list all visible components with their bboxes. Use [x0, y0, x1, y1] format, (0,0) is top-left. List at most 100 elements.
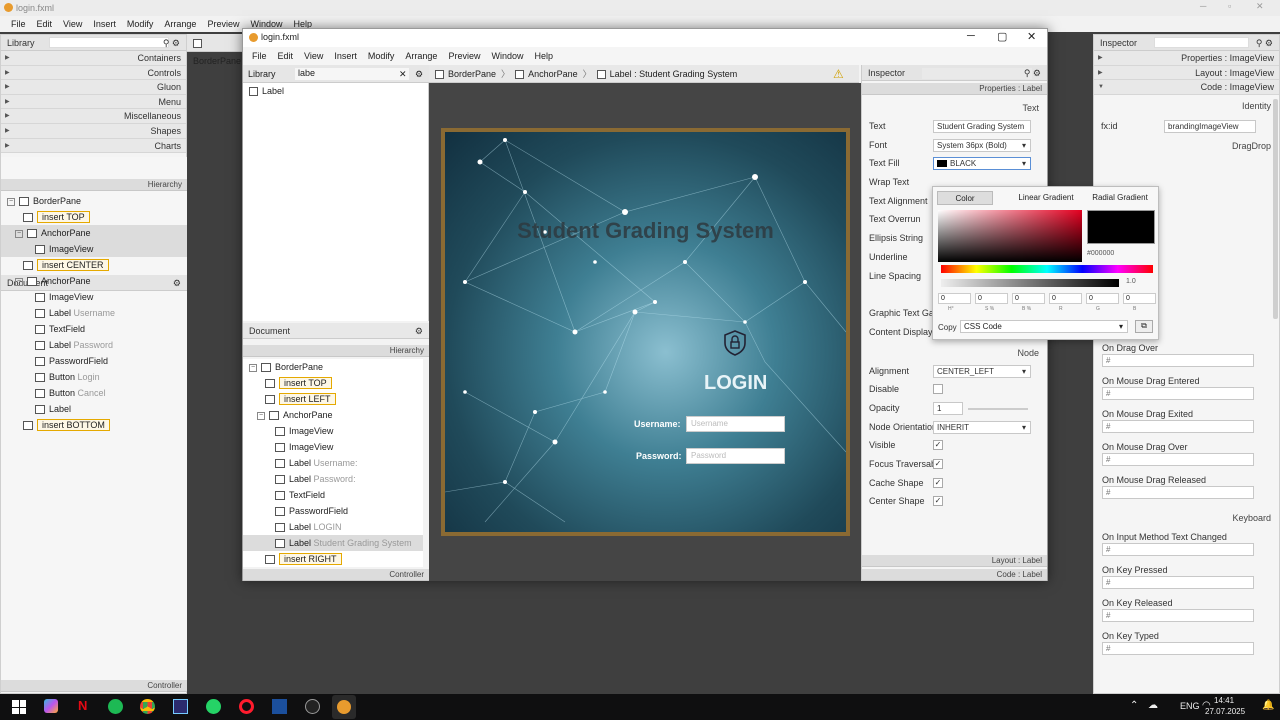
warning-icon[interactable]: ⚠	[833, 67, 844, 81]
picker-tab-radial-gradient[interactable]: Radial Gradient	[1087, 191, 1153, 205]
tree-item[interactable]: insert RIGHT	[243, 551, 423, 567]
tree-item[interactable]: − AnchorPane	[243, 407, 423, 423]
tree-item[interactable]: Label Password:	[243, 471, 423, 487]
library-section-charts[interactable]: ▶ Charts	[1, 138, 186, 154]
whatsapp-icon[interactable]	[206, 699, 221, 714]
fxid-input[interactable]: brandingImageView	[1164, 119, 1256, 133]
bg-menu-edit[interactable]: Edit	[37, 16, 53, 32]
checkbox[interactable]: ✓	[933, 477, 943, 488]
prop-value[interactable]: INHERIT	[933, 420, 1031, 434]
picker-tab-linear-gradient[interactable]: Linear Gradient	[1007, 191, 1085, 205]
bg-menu-view[interactable]: View	[63, 16, 82, 32]
settings-icon[interactable]: ⚙	[415, 65, 423, 83]
checkbox[interactable]	[933, 384, 943, 395]
tree-item[interactable]: − AnchorPane	[1, 273, 187, 289]
clear-search-icon[interactable]: ✕	[399, 65, 407, 83]
color-component-field[interactable]: 0	[1123, 293, 1156, 304]
win-properties-section[interactable]: Properties : Label	[862, 83, 1047, 95]
windows-start-icon[interactable]	[12, 700, 26, 714]
inspector-scrollbar[interactable]	[1273, 99, 1278, 319]
editor-icon[interactable]	[272, 699, 287, 714]
notification-icon[interactable]: 🔔	[1262, 700, 1274, 711]
preview-username-label[interactable]: Username:	[634, 419, 681, 429]
netflix-icon[interactable]: N	[78, 698, 87, 713]
settings-icon[interactable]: ⚙	[415, 323, 423, 339]
event-handler-input[interactable]: #	[1102, 420, 1254, 434]
prop-value[interactable]: BLACK	[933, 157, 1031, 171]
library-search-input[interactable]	[49, 37, 169, 48]
event-handler-input[interactable]: #	[1102, 354, 1254, 368]
language-indicator[interactable]: ENG	[1180, 701, 1200, 711]
tree-item[interactable]: ImageView	[1, 289, 187, 305]
maximize-icon[interactable]: ▢	[997, 30, 1007, 43]
tree-item[interactable]: Label LOGIN	[243, 519, 423, 535]
close-icon[interactable]: ✕	[1027, 30, 1036, 43]
event-handler-input[interactable]: #	[1102, 543, 1254, 557]
clock-time[interactable]: 14:41	[1214, 696, 1234, 705]
tree-item[interactable]: ImageView	[1, 241, 187, 257]
event-handler-input[interactable]: #	[1102, 453, 1254, 467]
breadcrumb-item[interactable]: Label : Student Grading System	[596, 69, 737, 80]
main-menu-file[interactable]: File	[252, 47, 267, 65]
tree-item[interactable]: insert TOP	[1, 209, 187, 225]
hex-field[interactable]: #000000	[1087, 250, 1114, 257]
preview-title[interactable]: Student Grading System	[445, 218, 846, 244]
saturation-brightness-area[interactable]	[938, 210, 1082, 262]
app-icon-github[interactable]	[305, 699, 320, 714]
tree-item[interactable]: − BorderPane	[243, 359, 423, 375]
ide-icon[interactable]	[173, 699, 188, 714]
picker-tab-color[interactable]: Color	[937, 191, 993, 205]
scenebuilder-taskbar-icon[interactable]	[332, 695, 356, 719]
alpha-field[interactable]: 1.0	[1126, 278, 1136, 285]
main-menu-edit[interactable]: Edit	[278, 47, 294, 65]
event-handler-input[interactable]: #	[1102, 486, 1254, 500]
library-section-containers[interactable]: ▶ Containers	[1, 51, 186, 66]
collapse-icon[interactable]: −	[15, 229, 23, 238]
tree-item[interactable]: PasswordField	[1, 353, 187, 369]
event-handler-input[interactable]: #	[1102, 576, 1254, 590]
search-icon[interactable]: ⚲ ⚙	[163, 35, 180, 51]
main-menu-preview[interactable]: Preview	[448, 47, 480, 65]
chrome-icon[interactable]	[140, 699, 155, 714]
library-section-menu[interactable]: ▶ Menu	[1, 94, 186, 110]
tree-item[interactable]: insert CENTER	[1, 257, 187, 273]
tree-item[interactable]: − BorderPane	[1, 193, 187, 209]
bg-menu-preview[interactable]: Preview	[207, 16, 239, 32]
hue-slider[interactable]	[941, 265, 1153, 273]
prop-value[interactable]: Student Grading System	[933, 120, 1031, 133]
design-canvas[interactable]: Student Grading System LOGIN Username: U…	[429, 83, 861, 581]
tree-item[interactable]: PasswordField	[243, 503, 423, 519]
event-handler-input[interactable]: #	[1102, 387, 1254, 401]
checkbox[interactable]: ✓	[933, 496, 943, 507]
checkbox[interactable]: ✓	[933, 459, 943, 469]
tree-item[interactable]: insert LEFT	[243, 391, 423, 407]
main-menu-window[interactable]: Window	[491, 47, 523, 65]
opacity-slider[interactable]	[968, 407, 1028, 410]
properties-section[interactable]: ▶ Properties : ImageView	[1094, 51, 1279, 66]
clock-date[interactable]: 27.07.2025	[1205, 707, 1245, 716]
win-controller-label[interactable]: Controller	[243, 569, 429, 581]
preview-login-heading[interactable]: LOGIN	[704, 372, 767, 395]
bg-close-icon[interactable]: ✕	[1256, 1, 1264, 12]
tree-item[interactable]: TextField	[1, 321, 187, 337]
library-search-input[interactable]: labe	[295, 68, 409, 80]
minimize-icon[interactable]: ─	[967, 30, 975, 42]
library-section-shapes[interactable]: ▶ Shapes	[1, 123, 186, 139]
event-handler-input[interactable]: #	[1102, 609, 1254, 623]
tree-item[interactable]: insert BOTTOM	[1, 417, 187, 433]
tree-item[interactable]: Label Username:	[243, 455, 423, 471]
main-menu-modify[interactable]: Modify	[368, 47, 395, 65]
library-section-miscellaneous[interactable]: ▶ Miscellaneous	[1, 109, 186, 124]
bg-menu-insert[interactable]: Insert	[93, 16, 116, 32]
main-menu-arrange[interactable]: Arrange	[405, 47, 437, 65]
prop-value[interactable]: System 36px (Bold)	[933, 138, 1031, 152]
main-menu-view[interactable]: View	[304, 47, 323, 65]
main-menu-help[interactable]: Help	[534, 47, 553, 65]
tree-item[interactable]: ImageView	[243, 439, 423, 455]
controller-label[interactable]: Controller	[1, 680, 187, 692]
tree-item[interactable]: Label Student Grading System	[243, 535, 423, 551]
color-component-field[interactable]: 0	[975, 293, 1008, 304]
library-item-label[interactable]: Label	[243, 83, 428, 99]
tree-item[interactable]: Label Password	[1, 337, 187, 353]
inspector-search-input[interactable]	[1154, 37, 1249, 48]
